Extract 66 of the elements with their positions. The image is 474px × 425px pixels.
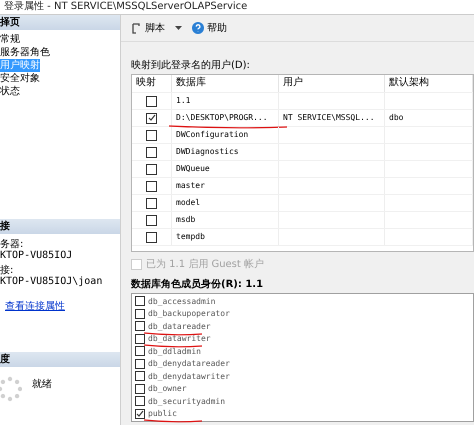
checkbox[interactable]: [146, 130, 157, 140]
guest-label: 已为 1.1 启用 Guest 帐户: [146, 258, 264, 271]
role-item[interactable]: db_datawriter: [148, 334, 211, 344]
script-button[interactable]: 脚本: [129, 19, 167, 37]
checkbox[interactable]: [135, 358, 145, 369]
connection-value: KTOP-VU85IOJ\joan: [0, 276, 104, 287]
server-label: 务器:: [0, 239, 24, 250]
caret-icon[interactable]: [175, 26, 182, 30]
checkbox[interactable]: [146, 146, 157, 158]
sidebar-item[interactable]: 服务器角色: [0, 46, 50, 59]
connection-label: 接:: [0, 265, 14, 276]
checkbox[interactable]: [146, 232, 157, 242]
checkbox[interactable]: [146, 164, 157, 174]
role-item[interactable]: db_backupoperator: [148, 309, 230, 318]
sidebar-item[interactable]: 状态: [0, 85, 20, 98]
checkbox[interactable]: [146, 96, 157, 106]
checkbox[interactable]: [146, 214, 157, 226]
table-cell: model: [176, 198, 200, 207]
connection-properties-link[interactable]: 查看连接属性: [5, 299, 120, 313]
checkbox[interactable]: [146, 180, 157, 192]
section-header: 度: [0, 352, 120, 367]
table-cell: dbo: [389, 113, 404, 122]
checkbox[interactable]: [135, 334, 145, 344]
column-header: 数据库: [172, 75, 279, 92]
role-item[interactable]: public: [148, 409, 177, 418]
role-item[interactable]: db_ddladmin: [148, 346, 201, 356]
table-cell: NT SERVICE\MSSQL...: [283, 113, 375, 122]
checkbox[interactable]: [135, 346, 145, 356]
table-cell: D:\DESKTOP\PROGR...: [176, 113, 268, 122]
section-header: 接: [0, 219, 120, 234]
help-icon: [192, 22, 204, 34]
roles-label: 数据库角色成员身份(R): 1.1: [131, 277, 264, 291]
window-title: 登录属性 - NT SERVICE\MSSQLServerOLAPService: [0, 0, 474, 15]
role-item[interactable]: db_securityadmin: [148, 396, 226, 406]
checkbox[interactable]: [146, 112, 157, 124]
sidebar-item[interactable]: 常规: [0, 33, 20, 46]
sidebar-item[interactable]: 安全对象: [0, 72, 40, 85]
table-cell: DWConfiguration: [176, 130, 248, 139]
table-cell: DWQueue: [176, 164, 210, 173]
role-item[interactable]: db_datareader: [148, 322, 211, 331]
table-cell: msdb: [176, 215, 196, 224]
progress-status: 就绪: [32, 379, 52, 390]
checkbox[interactable]: [135, 396, 145, 406]
column-header: 映射: [132, 75, 172, 92]
table-cell: master: [176, 181, 205, 190]
users-label: 映射到此登录名的用户(D):: [131, 58, 251, 72]
server-value: KTOP-VU85IOJ: [0, 250, 74, 261]
checkbox[interactable]: [146, 198, 157, 208]
column-header: 默认架构: [385, 75, 473, 92]
section-header: 择页: [0, 15, 120, 30]
role-item[interactable]: db_denydatawriter: [148, 372, 230, 381]
role-item[interactable]: db_owner: [148, 384, 187, 394]
checkbox[interactable]: [135, 308, 145, 319]
role-item[interactable]: db_accessadmin: [148, 296, 216, 306]
checkbox[interactable]: [135, 384, 145, 394]
column-header: 用户: [279, 75, 385, 92]
checkbox[interactable]: [135, 408, 145, 419]
table-cell: tempdb: [176, 232, 205, 241]
checkbox[interactable]: [135, 371, 145, 382]
help-button[interactable]: 帮助: [190, 19, 229, 37]
table-cell: DWDiagnostics: [176, 147, 239, 156]
role-item[interactable]: db_denydatareader: [148, 359, 230, 368]
checkbox[interactable]: [135, 321, 145, 332]
table-cell: 1.1: [176, 96, 190, 105]
script-icon: [131, 22, 142, 34]
checkbox[interactable]: [135, 296, 145, 306]
